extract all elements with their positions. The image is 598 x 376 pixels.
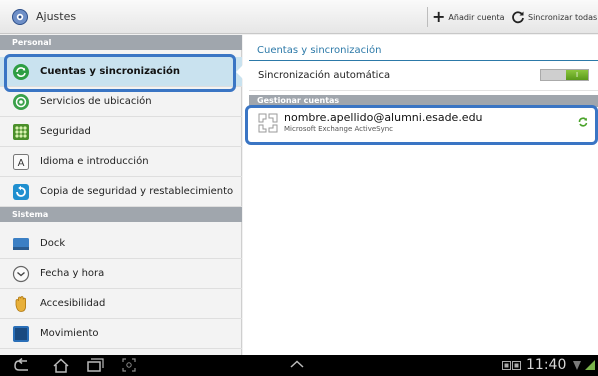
action-bar: Ajustes + Añadir cuenta Sincronizar toda…	[0, 0, 598, 34]
sidebar-item-label: Idioma e introducción	[40, 156, 149, 167]
motion-icon	[13, 326, 29, 342]
accounts-sync-panel: Cuentas y sincronización Sincronización …	[243, 35, 598, 355]
notification-icon	[502, 361, 521, 370]
sidebar-item-dock[interactable]: Dock	[0, 229, 242, 259]
add-account-label: Añadir cuenta	[448, 12, 505, 22]
account-highlight-box	[245, 105, 598, 145]
plus-icon: +	[432, 7, 446, 26]
chevron-up-icon[interactable]	[290, 360, 304, 368]
sidebar-item-backup[interactable]: Copia de seguridad y restablecimiento	[0, 177, 242, 207]
refresh-icon	[512, 11, 524, 24]
selection-highlight-box	[4, 54, 236, 92]
sidebar-item-label: Movimiento	[40, 328, 99, 339]
auto-sync-label: Sincronización automática	[258, 70, 391, 81]
sidebar-item-label: Fecha y hora	[40, 268, 105, 279]
app-title: Ajustes	[36, 10, 77, 23]
add-account-button[interactable]: + Añadir cuenta	[432, 9, 504, 25]
dock-icon	[13, 238, 29, 250]
sidebar-item-label: Seguridad	[40, 126, 91, 137]
sidebar-item-security[interactable]: Seguridad	[0, 117, 242, 147]
recent-apps-icon[interactable]	[86, 358, 104, 372]
section-header-system: Sistema	[0, 207, 242, 222]
section-header-personal: Personal	[0, 35, 242, 50]
title-underline	[249, 60, 598, 61]
signal-icon	[585, 360, 595, 370]
sidebar-item-date-time[interactable]: Fecha y hora	[0, 259, 242, 289]
divider	[427, 7, 428, 27]
sidebar-item-label: Servicios de ubicación	[40, 96, 152, 107]
panel-title: Cuentas y sincronización	[257, 45, 382, 56]
settings-gear-icon[interactable]	[11, 8, 29, 26]
security-grid-icon	[13, 124, 29, 140]
language-keyboard-icon: A	[13, 154, 29, 170]
sidebar-item-accessibility[interactable]: Accesibilidad	[0, 289, 242, 319]
sidebar-item-label: Accesibilidad	[40, 298, 106, 309]
sidebar-item-language[interactable]: A Idioma e introducción	[0, 147, 242, 177]
system-bar: 11:40	[0, 355, 598, 376]
sidebar-item-label: Dock	[40, 238, 66, 249]
svg-text:A: A	[18, 158, 25, 169]
sidebar-item-label: Copia de seguridad y restablecimiento	[40, 186, 234, 197]
sync-all-button[interactable]: Sincronizar todas	[511, 9, 597, 25]
location-icon	[13, 94, 29, 110]
divider	[249, 90, 598, 91]
back-icon[interactable]	[14, 358, 32, 372]
home-icon[interactable]	[52, 358, 70, 373]
sync-all-label: Sincronizar todas	[528, 12, 598, 22]
accessibility-hand-icon	[15, 296, 26, 312]
auto-sync-toggle[interactable]: I	[540, 69, 589, 81]
wifi-icon	[573, 361, 581, 370]
clock-icon	[12, 265, 30, 283]
screenshot-icon[interactable]	[122, 358, 136, 372]
clock: 11:40	[526, 357, 567, 373]
toggle-knob: I	[566, 70, 588, 80]
sidebar-item-motion[interactable]: Movimiento	[0, 319, 242, 349]
backup-icon	[13, 184, 29, 200]
